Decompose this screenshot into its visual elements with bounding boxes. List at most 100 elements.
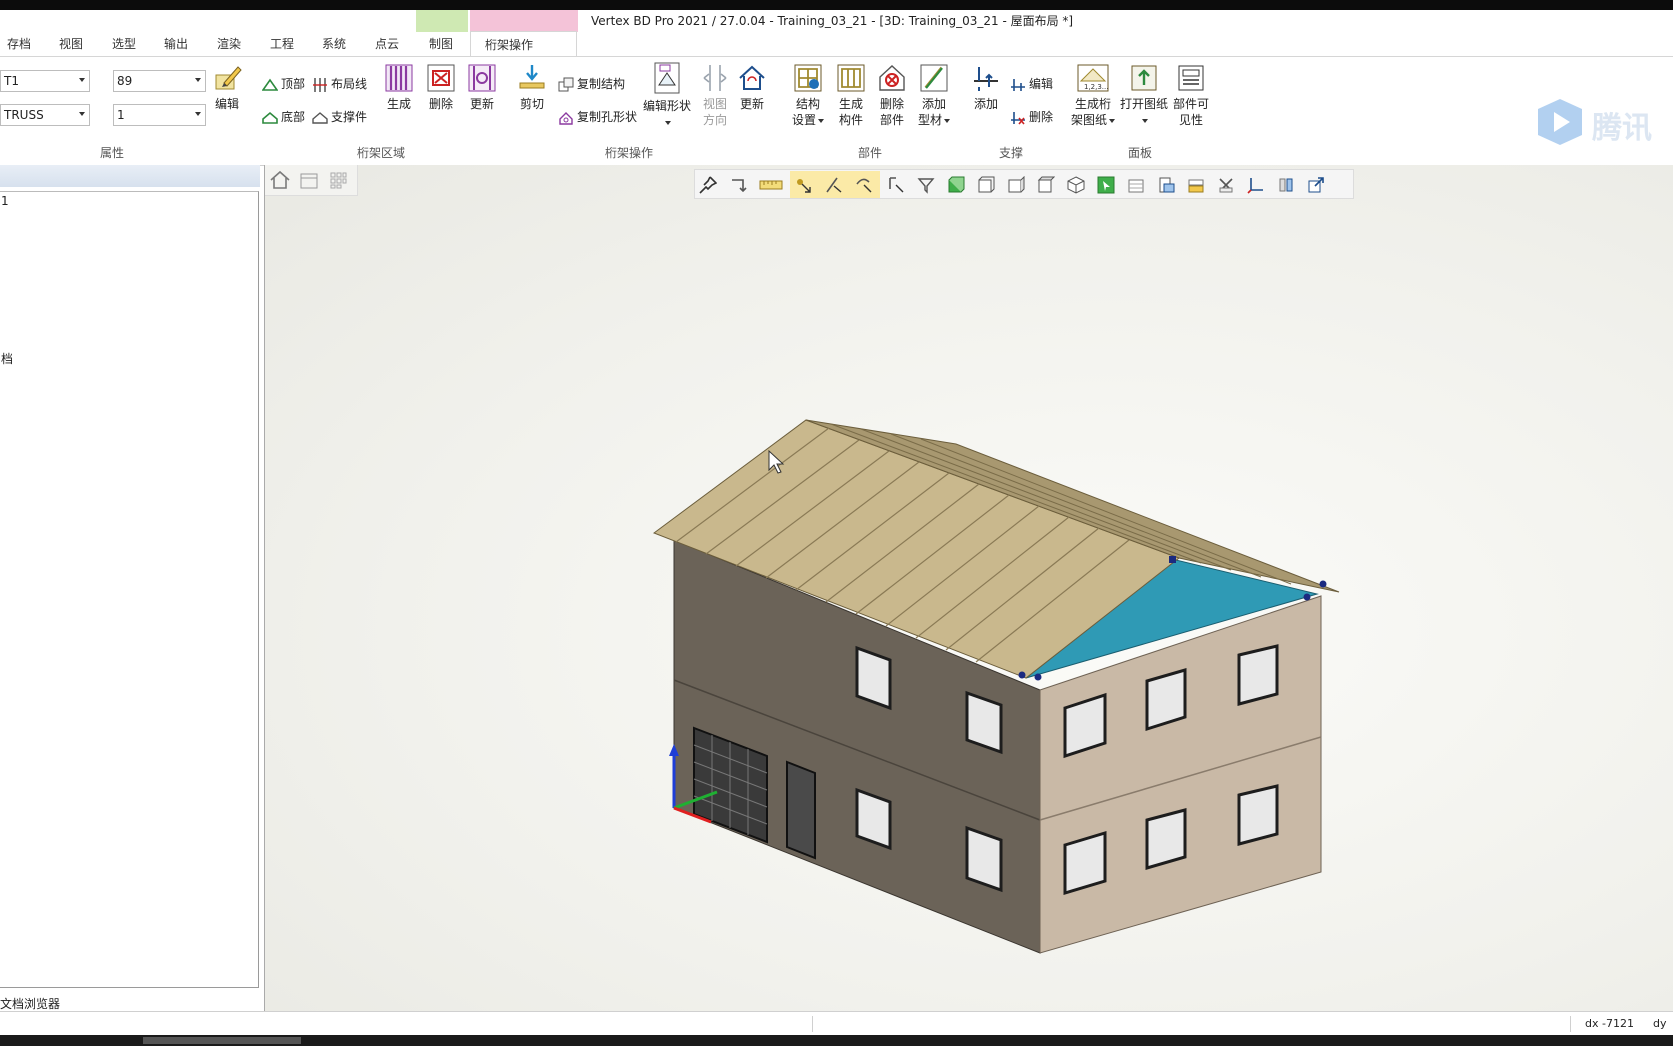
copy-structure-button[interactable]: 复制结构 — [558, 75, 625, 93]
edit-shape-label: 编辑形状 — [642, 99, 691, 113]
truss-drawing-icon: 1,2,3... — [1077, 64, 1109, 92]
layout-line-label: 布局线 — [331, 77, 368, 91]
view-direction-button[interactable]: 视图 方向 — [700, 63, 730, 128]
tab-project[interactable]: 工程 — [270, 35, 294, 52]
open-drawing-button[interactable]: 打开图纸 — [1120, 63, 1168, 128]
update-ops-button[interactable]: 更新 — [737, 63, 767, 112]
bottom-button[interactable]: 底部 — [262, 108, 305, 126]
delete-bracing-icon — [1011, 111, 1025, 125]
cut-label: 剪切 — [519, 97, 544, 111]
update-house-icon — [739, 65, 765, 90]
selection-handle[interactable] — [1319, 580, 1327, 588]
bottom-label: 底部 — [281, 110, 306, 124]
view-direction-label-2: 方向 — [702, 113, 727, 127]
status-dx: dx -7121 — [1585, 1017, 1634, 1030]
delete-bracing-button[interactable]: 删除 — [1010, 108, 1053, 126]
edit-properties-label: 编辑 — [214, 97, 239, 111]
name-combo[interactable]: T1 — [0, 70, 90, 92]
entry-door[interactable] — [786, 760, 816, 860]
tab-pointcloud[interactable]: 点云 — [375, 35, 399, 52]
add-bracing-label: 添加 — [973, 97, 998, 111]
selection-handle[interactable] — [1169, 556, 1176, 563]
bottom-scroll-strip — [0, 1035, 1673, 1046]
edit-bracing-label: 编辑 — [1029, 77, 1054, 91]
group-label-bracing: 支撑 — [999, 146, 1024, 160]
house-3d-model — [652, 419, 1340, 954]
tree-item-1[interactable]: 1 — [1, 194, 9, 208]
document-browser-header — [0, 165, 260, 187]
delete-parts-label-1: 删除 — [879, 97, 904, 111]
quantity-combo-value: 1 — [117, 108, 125, 122]
delete-bracing-label: 删除 — [1029, 110, 1054, 124]
truss-drawing-icon-text: 1,2,3... — [1084, 83, 1109, 91]
size-combo[interactable]: 89 — [113, 70, 206, 92]
copy-hole-icon — [559, 111, 573, 125]
edit-shape-button[interactable]: 编辑形状 — [642, 61, 692, 130]
tab-selection[interactable]: 选型 — [112, 35, 136, 52]
generate-parts-button[interactable]: 生成 构件 — [834, 63, 868, 128]
support-label: 支撑件 — [331, 110, 368, 124]
edit-pencil-icon — [215, 66, 242, 90]
generate-parts-icon — [837, 64, 865, 92]
tab-output[interactable]: 输出 — [164, 35, 188, 52]
watermark-text: 腾讯 — [1592, 111, 1652, 146]
top-button[interactable]: 顶部 — [262, 75, 305, 93]
add-profile-button[interactable]: 添加 型材 — [915, 63, 953, 128]
tree-item-2[interactable]: 档 — [1, 350, 13, 367]
tab-archive[interactable]: 存档 — [7, 35, 31, 52]
quantity-combo[interactable]: 1 — [113, 104, 206, 126]
context-tab-marker-green — [416, 10, 468, 32]
add-bracing-button[interactable]: 添加 — [969, 63, 1003, 112]
cut-icon — [519, 65, 545, 89]
support-icon — [312, 111, 328, 124]
tab-system[interactable]: 系统 — [322, 35, 346, 52]
structure-settings-icon — [794, 64, 822, 92]
group-label-panel: 面板 — [1128, 146, 1153, 160]
edit-bracing-button[interactable]: 编辑 — [1010, 75, 1053, 93]
selection-handle[interactable] — [1303, 593, 1311, 601]
open-drawing-icon — [1131, 65, 1157, 91]
roof-top-icon — [262, 78, 278, 91]
ribbon-tabs: 存档 视图 选型 输出 渲染 工程 系统 点云 制图 桁架操作 — [0, 31, 1673, 56]
layout-line-button[interactable]: 布局线 — [312, 75, 367, 93]
generate-area-button[interactable]: 生成 — [382, 63, 416, 112]
type-combo[interactable]: TRUSS — [0, 104, 90, 126]
generate-truss-drawing-label-2: 架图纸 — [1070, 113, 1107, 127]
update-area-label: 更新 — [469, 97, 494, 111]
support-button[interactable]: 支撑件 — [312, 108, 367, 126]
copy-structure-icon — [558, 77, 574, 91]
generate-truss-drawing-label-1: 生成桁 — [1074, 97, 1111, 111]
edit-properties-button[interactable]: 编辑 — [212, 63, 242, 112]
horizontal-scrollbar-thumb[interactable] — [143, 1037, 301, 1044]
structure-settings-button[interactable]: 结构 设置 — [791, 63, 825, 128]
copy-structure-label: 复制结构 — [577, 77, 626, 91]
selection-handle[interactable] — [1034, 673, 1042, 681]
generate-truss-drawing-button[interactable]: 1,2,3... 生成桁 架图纸 — [1068, 63, 1118, 128]
edit-shape-icon — [654, 62, 680, 94]
structure-settings-label-1: 结构 — [795, 97, 820, 111]
type-combo-value: TRUSS — [4, 108, 44, 122]
name-combo-value: T1 — [4, 74, 19, 88]
copy-hole-shape-button[interactable]: 复制孔形状 — [558, 108, 637, 126]
delete-parts-button[interactable]: 删除 部件 — [875, 63, 909, 128]
tab-view[interactable]: 视图 — [59, 35, 83, 52]
view-direction-label-1: 视图 — [702, 97, 727, 111]
title-bar: Vertex BD Pro 2021 / 27.0.04 - Training_… — [0, 10, 1673, 32]
delete-area-button[interactable]: 删除 — [424, 63, 458, 112]
status-separator — [812, 1016, 813, 1032]
update-area-button[interactable]: 更新 — [465, 63, 499, 112]
watermark-play-icon — [1538, 99, 1582, 145]
tab-render[interactable]: 渲染 — [217, 35, 241, 52]
part-visibility-button[interactable]: 部件可 见性 — [1171, 63, 1211, 128]
3d-viewport[interactable] — [264, 165, 1673, 1011]
add-profile-label-1: 添加 — [921, 97, 946, 111]
tab-drafting[interactable]: 制图 — [429, 35, 453, 52]
cut-button[interactable]: 剪切 — [517, 63, 547, 112]
part-visibility-label-2: 见性 — [1178, 113, 1203, 127]
selection-handle[interactable] — [1018, 671, 1026, 679]
document-tree[interactable]: 1 档 — [0, 191, 259, 988]
tab-truss-operations[interactable]: 桁架操作 — [470, 31, 577, 56]
copy-hole-label: 复制孔形状 — [577, 110, 638, 124]
document-browser-tab[interactable]: 文档浏览器 — [0, 995, 60, 1012]
part-visibility-label-1: 部件可 — [1172, 97, 1209, 111]
